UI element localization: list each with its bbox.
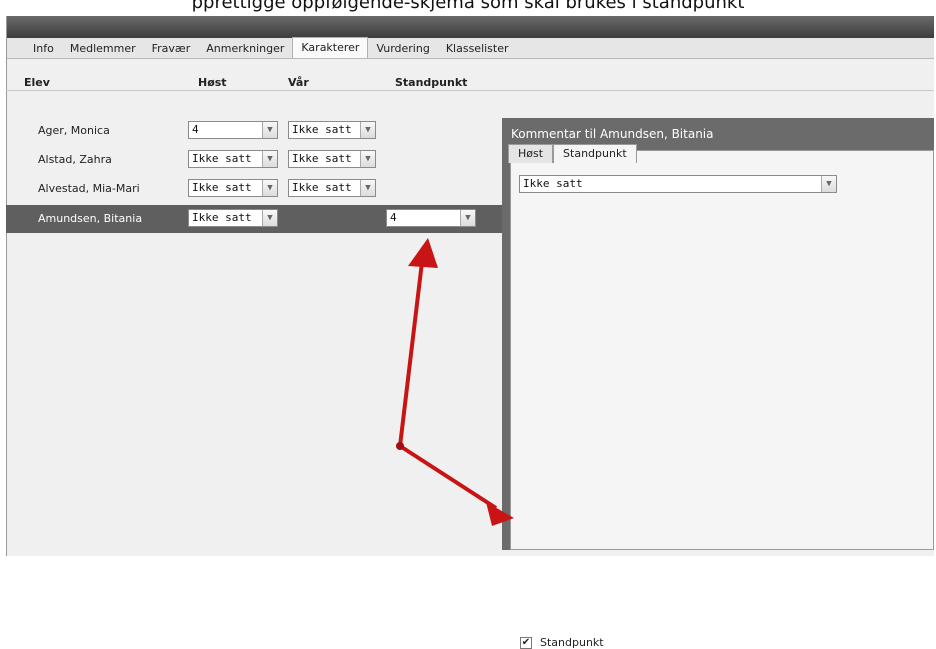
- tab-anmerkninger[interactable]: Anmerkninger: [198, 40, 292, 58]
- chevron-down-icon: ▼: [262, 180, 277, 196]
- chevron-down-icon: ▼: [821, 176, 836, 192]
- comment-tabs: Høst Standpunkt: [508, 144, 637, 163]
- select-value: Ikke satt: [192, 181, 252, 194]
- tab-karakterer[interactable]: Karakterer: [292, 37, 369, 58]
- select-value: Ikke satt: [192, 211, 252, 224]
- select-value: Ikke satt: [523, 177, 583, 190]
- column-header-host: Høst: [198, 76, 227, 89]
- student-name: Alvestad, Mia-Mari: [38, 182, 140, 195]
- host-grade-select[interactable]: Ikke satt ▼: [188, 179, 278, 197]
- column-header-var: Vår: [288, 76, 309, 89]
- student-name: Amundsen, Bitania: [38, 212, 143, 225]
- comment-grade-select[interactable]: Ikke satt ▼: [519, 175, 837, 193]
- chevron-down-icon: ▼: [262, 151, 277, 167]
- chevron-down-icon: ▼: [262, 122, 277, 138]
- tab-fravaer[interactable]: Fravær: [144, 40, 199, 58]
- chevron-down-icon: ▼: [262, 210, 277, 226]
- chevron-down-icon: ▼: [360, 180, 375, 196]
- title-bar: [7, 16, 934, 38]
- caption-text: pprettigge oppfølgende-skjema som skal b…: [191, 0, 745, 13]
- header-divider: [6, 90, 934, 91]
- tab-medlemmer[interactable]: Medlemmer: [62, 40, 144, 58]
- chevron-down-icon: ▼: [460, 210, 475, 226]
- chevron-down-icon: ▼: [360, 122, 375, 138]
- select-value: 4: [192, 123, 199, 136]
- var-grade-select[interactable]: Ikke satt ▼: [288, 121, 376, 139]
- standpunkt-checkbox[interactable]: ✔: [520, 637, 532, 649]
- host-grade-select[interactable]: 4 ▼: [188, 121, 278, 139]
- student-name: Ager, Monica: [38, 124, 110, 137]
- tab-bar: Info Medlemmer Fravær Anmerkninger Karak…: [7, 37, 934, 59]
- comment-tab-standpunkt[interactable]: Standpunkt: [553, 144, 637, 163]
- var-grade-select[interactable]: Ikke satt ▼: [288, 179, 376, 197]
- comment-panel-body: Ikke satt ▼: [510, 150, 934, 550]
- comment-panel-title: Kommentar til Amundsen, Bitania: [511, 127, 714, 141]
- select-value: Ikke satt: [292, 123, 352, 136]
- student-name: Alstad, Zahra: [38, 153, 112, 166]
- select-value: 4: [390, 211, 397, 224]
- chevron-down-icon: ▼: [360, 151, 375, 167]
- host-grade-select[interactable]: Ikke satt ▼: [188, 209, 278, 227]
- tab-klasselister[interactable]: Klasselister: [438, 40, 517, 58]
- standpunkt-grade-select[interactable]: 4 ▼: [386, 209, 476, 227]
- column-header-elev: Elev: [24, 76, 50, 89]
- comment-panel: Kommentar til Amundsen, Bitania Ikke sat…: [502, 118, 934, 649]
- var-grade-select[interactable]: Ikke satt ▼: [288, 150, 376, 168]
- tab-vurdering[interactable]: Vurdering: [368, 40, 437, 58]
- host-grade-select[interactable]: Ikke satt ▼: [188, 150, 278, 168]
- tab-info[interactable]: Info: [25, 40, 62, 58]
- column-header-standpunkt: Standpunkt: [395, 76, 468, 89]
- comment-tab-host[interactable]: Høst: [508, 144, 554, 163]
- select-value: Ikke satt: [192, 152, 252, 165]
- select-value: Ikke satt: [292, 152, 352, 165]
- standpunkt-checkbox-label: Standpunkt: [540, 636, 604, 649]
- select-value: Ikke satt: [292, 181, 352, 194]
